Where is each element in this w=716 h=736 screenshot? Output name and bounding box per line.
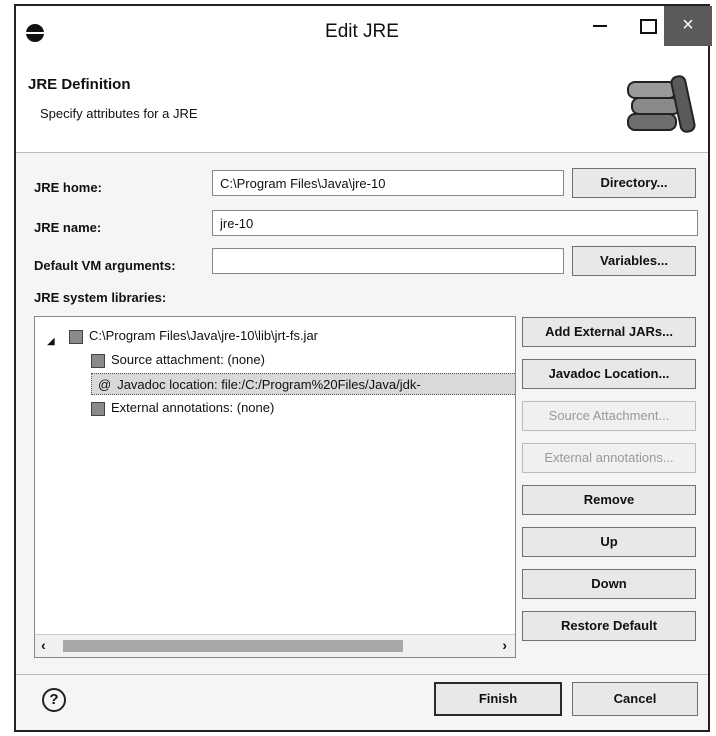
libraries-label: JRE system libraries: [34,290,167,305]
finish-button[interactable]: Finish [434,682,562,716]
maximize-icon [639,18,657,34]
minimize-button[interactable] [574,6,626,46]
source-attachment-icon [91,353,105,368]
add-external-jars-button[interactable]: Add External JARs... [522,317,696,347]
libraries-tree[interactable]: ◢ C:\Program Files\Java\jre-10\lib\jrt-f… [34,316,516,658]
dialog-header: JRE Definition Specify attributes for a … [16,58,708,153]
vm-args-input[interactable] [212,248,564,274]
close-icon: × [682,14,694,36]
down-button[interactable]: Down [522,569,696,599]
up-button[interactable]: Up [522,527,696,557]
tree-item-external-annotations[interactable]: External annotations: (none) [91,397,274,419]
jre-name-input[interactable] [212,210,698,236]
scroll-left-icon[interactable]: ‹ [41,637,46,653]
restore-default-button[interactable]: Restore Default [522,611,696,641]
jar-icon [69,329,83,344]
jre-home-label: JRE home: [34,180,102,195]
footer-separator [16,674,708,675]
remove-button[interactable]: Remove [522,485,696,515]
tree-item-label: Javadoc location: file:/C:/Program%20Fil… [117,377,421,392]
tree-item-label: Source attachment: (none) [111,352,265,367]
help-icon[interactable]: ? [42,688,66,712]
header-subtitle: Specify attributes for a JRE [40,106,198,121]
external-annotations-button[interactable]: External annotations... [522,443,696,473]
variables-button[interactable]: Variables... [572,246,696,276]
tree-item-javadoc-location[interactable]: @ Javadoc location: file:/C:/Program%20Fi… [91,373,515,395]
minimize-icon [593,25,607,28]
tree-root-item[interactable]: C:\Program Files\Java\jre-10\lib\jrt-fs.… [69,325,318,347]
tree-item-source-attachment[interactable]: Source attachment: (none) [91,349,265,371]
edit-jre-dialog: Edit JRE × JRE Definition Specify attrib… [14,4,712,732]
jre-home-input[interactable] [212,170,564,196]
annotations-icon [91,401,105,416]
collapse-arrow-icon[interactable]: ◢ [47,336,55,347]
source-attachment-button[interactable]: Source Attachment... [522,401,696,431]
header-title: JRE Definition [28,76,131,93]
scroll-thumb[interactable] [63,640,403,652]
close-button[interactable]: × [664,6,712,46]
jre-library-books-icon [627,75,696,133]
scroll-right-icon[interactable]: › [502,637,507,653]
at-sign-icon: @ [98,377,112,392]
directory-button[interactable]: Directory... [572,168,696,198]
javadoc-location-button[interactable]: Javadoc Location... [522,359,696,389]
jre-name-label: JRE name: [34,220,102,235]
horizontal-scrollbar[interactable]: ‹ › [35,634,515,657]
tree-item-label: External annotations: (none) [111,400,275,415]
cancel-button[interactable]: Cancel [572,682,698,716]
title-bar: Edit JRE × [16,6,712,58]
tree-root-label: C:\Program Files\Java\jre-10\lib\jrt-fs.… [89,328,318,343]
vm-args-label: Default VM arguments: [34,258,176,273]
